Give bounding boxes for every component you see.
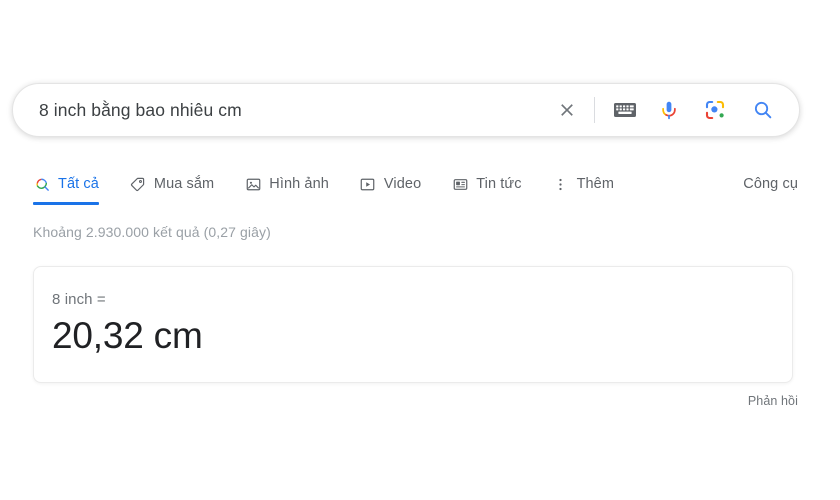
tab-label: Thêm [576,176,615,192]
tab-label: Video [383,176,422,192]
keyboard-icon[interactable] [607,93,643,127]
conversion-result-value: 20,32 cm [52,315,203,356]
tab-label: Tin tức [476,176,522,192]
tab-all[interactable]: Tất cả [33,163,99,205]
tab-label: Mua sắm [153,176,215,192]
search-input[interactable] [39,96,550,124]
news-icon [451,175,469,193]
tab-images[interactable]: Hình ảnh [244,163,329,205]
image-icon [244,175,262,193]
tab-news[interactable]: Tin tức [451,163,521,205]
tab-shopping[interactable]: Mua sắm [129,163,214,205]
search-bar-divider [594,97,595,123]
google-lens-icon[interactable] [697,93,733,127]
tabs-list: Tất cả Mua sắm Hình ảnh Video Tin tức Th… [0,163,644,205]
tools-button[interactable]: Công cụ [743,176,840,192]
tab-label: Hình ảnh [269,176,329,192]
microphone-icon[interactable] [651,93,687,127]
more-vert-icon [552,175,570,193]
tab-label: Tất cả [58,176,99,192]
google-search-results-page: Tất cả Mua sắm [0,0,840,500]
search-bar[interactable] [12,83,800,137]
video-icon [359,175,377,193]
search-icon [33,175,51,193]
search-filter-tabs: Tất cả Mua sắm Hình ảnh Video Tin tức Th… [0,163,840,205]
tab-more[interactable]: Thêm [552,163,614,205]
unit-conversion-answer-card: 8 inch = 20,32 cm [33,266,793,383]
tab-videos[interactable]: Video [359,163,421,205]
feedback-link[interactable]: Phản hồi [748,394,798,408]
search-icon[interactable] [745,93,781,127]
conversion-expression: 8 inch = [52,291,106,308]
result-stats: Khoảng 2.930.000 kết quả (0,27 giây) [33,224,271,240]
close-icon[interactable] [550,93,584,127]
tag-icon [129,175,147,193]
